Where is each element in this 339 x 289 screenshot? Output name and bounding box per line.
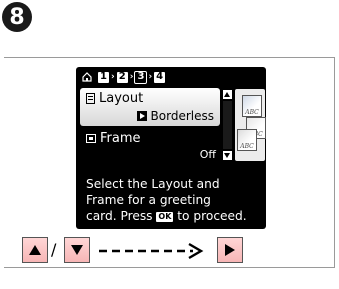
step-box-3-active: 3: [134, 70, 148, 84]
layout-icon: [86, 93, 95, 104]
right-arrow-icon: [225, 244, 235, 256]
step-arrow-icon: ›: [111, 71, 115, 82]
step-box-1: 1: [98, 71, 109, 83]
message-line-2: Frame for a greeting: [86, 193, 211, 207]
scroll-up-icon[interactable]: [223, 90, 232, 99]
frame-icon: [86, 134, 96, 143]
separator-slash: /: [51, 240, 57, 259]
frame-border-right: [334, 57, 335, 267]
message-line-3: card. Press OK to proceed.: [86, 208, 262, 224]
message-line-3-start: card. Press: [86, 209, 153, 223]
preview-card: ABC: [237, 129, 257, 151]
layout-preview: ABC ABC ABC: [235, 89, 266, 161]
menu-item-frame[interactable]: Frame: [86, 131, 141, 146]
dashed-arrow-icon: [99, 242, 204, 260]
lcd-screen: 1 › 2 › 3 › 4 Layout Borderless Frame Of…: [76, 67, 266, 229]
down-arrow-icon: [71, 245, 83, 255]
menu-item-layout-value: Borderless: [150, 109, 214, 123]
down-button[interactable]: [64, 237, 90, 263]
step-arrow-icon: ›: [148, 71, 153, 82]
step-indicator: 1 › 2 › 3 › 4: [82, 70, 166, 84]
instruction-message: Select the Layout and Frame for a greeti…: [86, 176, 262, 224]
play-icon: [136, 111, 147, 121]
scroll-down-icon[interactable]: [223, 151, 232, 160]
home-icon: [82, 72, 92, 82]
frame-border-bottom: [4, 267, 335, 268]
step-box-4: 4: [154, 71, 166, 83]
up-arrow-icon: [29, 245, 41, 255]
scrollbar-track[interactable]: [223, 101, 232, 149]
frame-border-top: [4, 57, 335, 58]
menu-item-frame-label: Frame: [100, 131, 141, 146]
preview-card: ABC: [242, 95, 262, 117]
menu-item-layout-selected[interactable]: Layout Borderless: [80, 88, 220, 126]
menu-item-layout-label: Layout: [99, 91, 144, 106]
ok-key-icon: OK: [156, 212, 174, 222]
step-number-badge: 8: [2, 2, 32, 32]
message-line-3-end: to proceed.: [177, 209, 247, 223]
right-button[interactable]: [217, 237, 243, 263]
up-button[interactable]: [22, 237, 48, 263]
step-arrow-icon: ›: [129, 71, 134, 82]
menu-item-frame-value: Off: [199, 148, 216, 161]
step-box-2: 2: [116, 71, 128, 83]
message-line-1: Select the Layout and: [86, 177, 220, 191]
